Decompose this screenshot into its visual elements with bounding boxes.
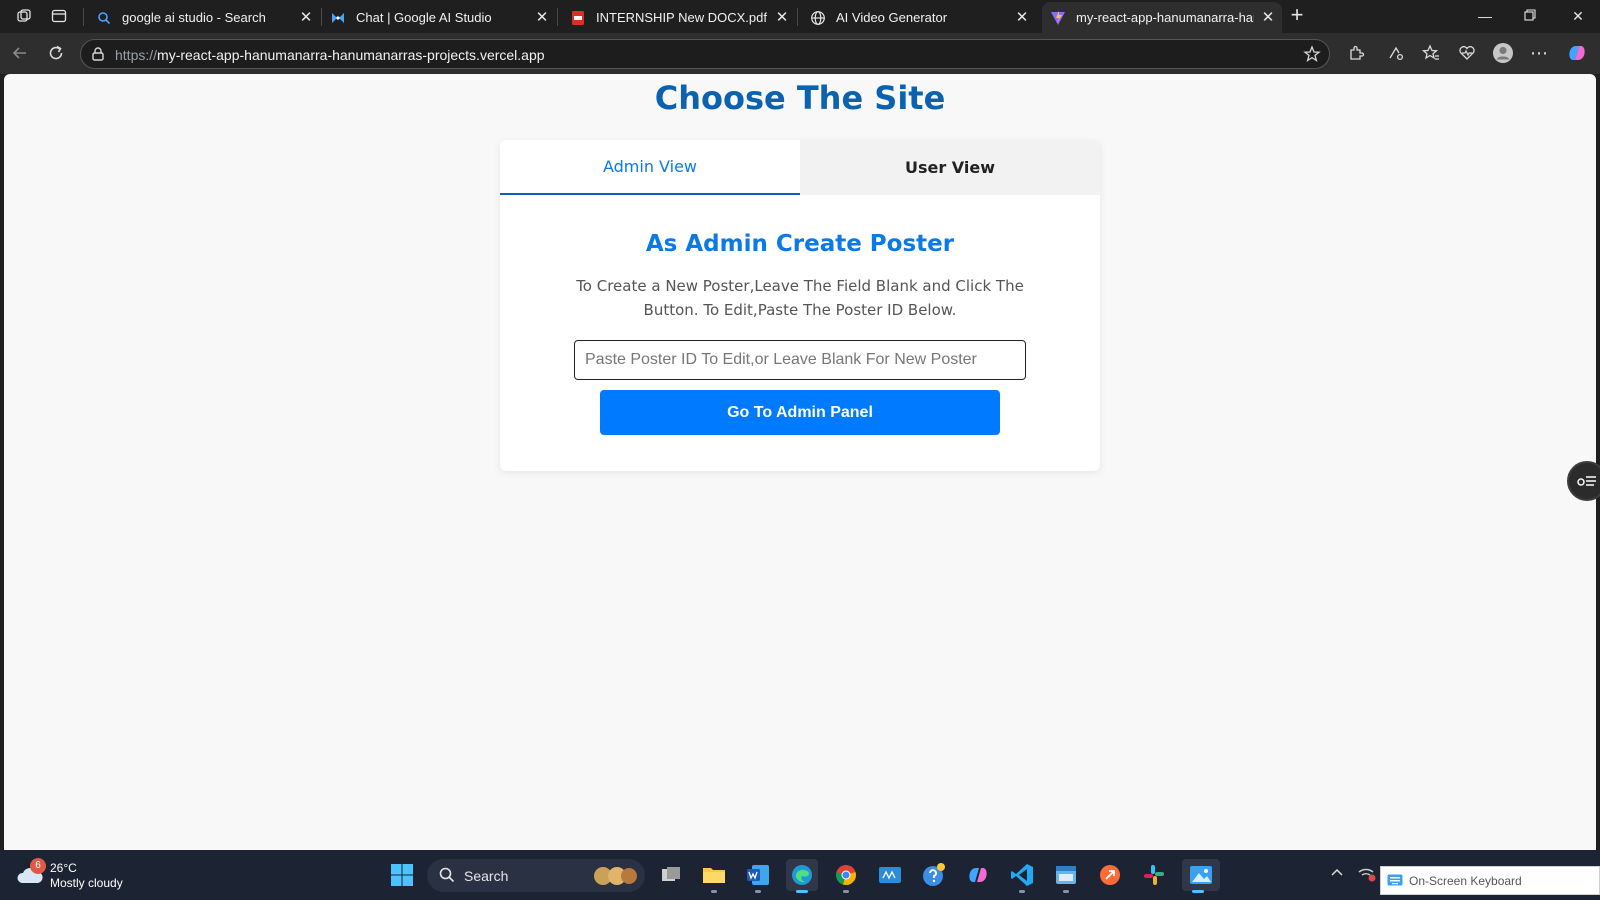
url-scheme: https:// [115, 47, 158, 63]
card-description: To Create a New Poster,Leave The Field B… [576, 277, 1024, 319]
start-button[interactable] [386, 859, 418, 891]
browser-essentials-icon[interactable] [1455, 41, 1479, 65]
go-to-admin-panel-button[interactable]: Go To Admin Panel [600, 390, 1000, 435]
running-indicator [1063, 890, 1069, 893]
profile-avatar-icon[interactable] [1491, 41, 1515, 65]
tab-actions-icon[interactable] [49, 6, 69, 26]
running-indicator [1019, 890, 1025, 893]
edge-icon[interactable] [786, 859, 818, 893]
vite-icon [1050, 10, 1066, 26]
chrome-icon[interactable] [830, 859, 862, 893]
taskbar-search-label: Search [464, 868, 509, 884]
search-highlight-icon [591, 864, 639, 888]
weather-badge: 6 [30, 858, 46, 874]
extensions-icon[interactable] [1344, 41, 1368, 65]
tab-separator [83, 8, 84, 26]
pdf-icon [570, 10, 586, 26]
read-aloud-icon[interactable] [1384, 41, 1408, 65]
favorites-icon[interactable] [1419, 41, 1443, 65]
tab-label: my-react-app-hanumanarra-hanu [1076, 10, 1254, 25]
url-host: my-react-app-hanumanarra-hanumanarras-pr… [157, 47, 545, 63]
more-menu-icon[interactable]: ⋯ [1527, 41, 1551, 65]
globe-icon [810, 10, 826, 26]
tab-user-view[interactable]: User View [800, 140, 1100, 195]
page-title: Choose The Site [654, 79, 946, 117]
address-bar[interactable]: https://my-react-app-hanumanarra-hanuman… [80, 39, 1330, 69]
vscode-icon[interactable] [1006, 859, 1038, 893]
osk-title: On-Screen Keyboard [1409, 874, 1522, 888]
restore-icon[interactable] [1520, 6, 1540, 26]
copilot-app-icon[interactable] [962, 859, 994, 891]
browser-tab[interactable]: AI Video Generator ✕ [802, 2, 1036, 33]
card-heading: As Admin Create Poster [645, 231, 955, 257]
show-hidden-icons-chevron[interactable] [1330, 866, 1344, 880]
refresh-icon[interactable] [44, 41, 68, 65]
running-indicator [843, 890, 849, 893]
workspaces-icon[interactable] [14, 6, 34, 26]
page-viewport: Choose The Site Admin View User View As … [4, 74, 1600, 850]
photos-app-icon[interactable] [1182, 859, 1220, 893]
tab-label: google ai studio - Search [122, 10, 266, 25]
search-icon [96, 10, 112, 26]
search-icon [439, 867, 455, 883]
network-offline-icon[interactable] [1358, 866, 1376, 882]
tab-admin-view[interactable]: Admin View [500, 140, 800, 195]
running-indicator [755, 890, 761, 893]
lock-icon[interactable] [89, 45, 107, 63]
file-explorer-icon[interactable] [698, 859, 730, 893]
close-window-icon[interactable]: ✕ [1568, 6, 1588, 26]
browser-tab-strip: google ai studio - Search ✕ Chat | Googl… [0, 0, 1600, 33]
site-chooser-card: Admin View User View As Admin Create Pos… [500, 140, 1100, 471]
taskbar-search[interactable]: Search [427, 859, 645, 892]
close-tab-icon[interactable]: ✕ [774, 9, 790, 26]
browser-toolbar: https://my-react-app-hanumanarra-hanuman… [0, 33, 1600, 74]
word-icon[interactable] [742, 859, 774, 893]
ai-studio-icon [330, 10, 346, 26]
browser-tab[interactable]: google ai studio - Search ✕ [88, 2, 320, 33]
close-tab-icon[interactable]: ✕ [1014, 9, 1030, 26]
copilot-icon[interactable] [1565, 41, 1589, 65]
new-tab-button[interactable]: + [1286, 4, 1308, 27]
running-indicator [711, 890, 717, 893]
close-tab-icon[interactable]: ✕ [534, 9, 550, 26]
url-text: https://my-react-app-hanumanarra-hanuman… [115, 47, 545, 63]
task-view-icon[interactable] [655, 859, 687, 891]
tab-label: Chat | Google AI Studio [356, 10, 492, 25]
close-tab-icon[interactable]: ✕ [298, 9, 314, 26]
get-help-icon[interactable] [918, 859, 950, 891]
weather-temp: 26°C [50, 861, 77, 875]
tab-label: INTERNSHIP New DOCX.pdf [596, 10, 767, 25]
window-app-icon[interactable] [1050, 859, 1082, 893]
on-screen-keyboard-window[interactable]: On-Screen Keyboard [1380, 866, 1600, 895]
running-indicator [1192, 890, 1204, 893]
browser-tab-active[interactable]: my-react-app-hanumanarra-hanu ✕ [1042, 2, 1282, 33]
favorite-star-icon[interactable] [1303, 45, 1321, 63]
browser-tab[interactable]: Chat | Google AI Studio ✕ [322, 2, 556, 33]
close-tab-icon[interactable]: ✕ [1260, 9, 1276, 26]
weather-condition: Mostly cloudy [50, 876, 123, 890]
view-tabs: Admin View User View [500, 140, 1100, 195]
minimize-icon[interactable]: — [1475, 6, 1495, 26]
browser-tab[interactable]: INTERNSHIP New DOCX.pdf ✕ [562, 2, 796, 33]
weather-widget[interactable]: 6 26°C Mostly cloudy [16, 858, 136, 894]
tab-separator [797, 8, 798, 26]
keyboard-icon [1387, 873, 1403, 887]
postman-icon[interactable] [1094, 859, 1126, 891]
windows-taskbar: 6 26°C Mostly cloudy Search On-Screen Ke… [0, 850, 1600, 900]
mylp-app-icon[interactable] [874, 859, 906, 891]
slack-icon[interactable] [1138, 859, 1170, 891]
tab-separator [557, 8, 558, 26]
tab-label: AI Video Generator [836, 10, 948, 25]
poster-id-input[interactable] [574, 340, 1026, 380]
running-indicator [796, 890, 808, 893]
back-icon[interactable] [8, 41, 32, 65]
sidebar-toggle-icon[interactable] [1567, 461, 1600, 501]
